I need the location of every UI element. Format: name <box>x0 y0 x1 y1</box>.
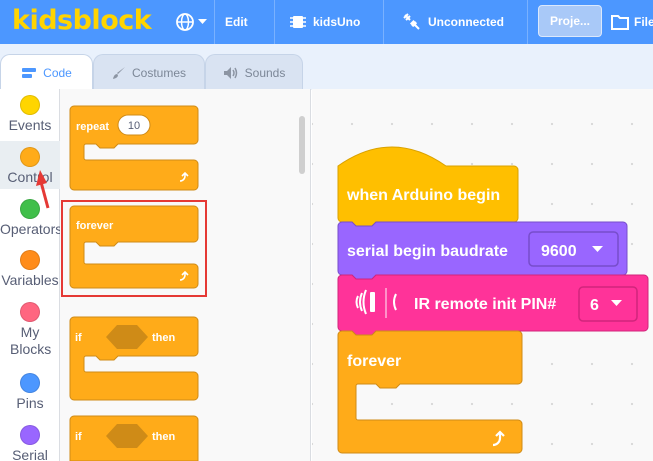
when-arduino-begin-block[interactable]: when Arduino begin <box>337 146 519 227</box>
pin-value: 6 <box>590 297 599 314</box>
forever-block[interactable]: forever <box>337 330 523 454</box>
serial-block-label: serial begin baudrate <box>347 243 508 260</box>
ir-block-label: IR remote init PIN# <box>414 296 556 313</box>
serial-begin-block[interactable]: serial begin baudrate 9600 <box>337 221 628 280</box>
forever-block-label: forever <box>347 353 401 370</box>
hat-block-label: when Arduino begin <box>346 187 500 204</box>
baudrate-value: 9600 <box>541 243 577 260</box>
pin-dropdown[interactable] <box>578 286 638 322</box>
script-stack[interactable]: when Arduino begin serial begin baudrate… <box>0 0 653 461</box>
ir-remote-init-block[interactable]: IR remote init PIN# 6 <box>337 274 649 336</box>
